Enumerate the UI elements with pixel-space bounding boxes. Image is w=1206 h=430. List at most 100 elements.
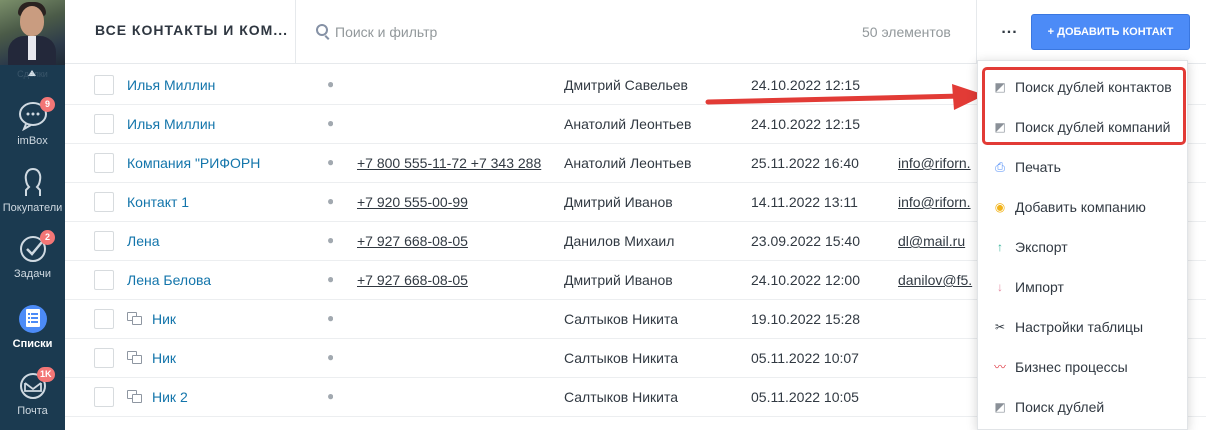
contact-name[interactable]: Лена Белова xyxy=(127,272,211,288)
process-icon: 〰 xyxy=(993,360,1006,374)
menu-item-9[interactable]: ◩ Поиск дублей xyxy=(978,387,1189,427)
contact-name-link[interactable]: Лена xyxy=(127,233,312,249)
contact-name-link[interactable]: Лена Белова xyxy=(127,272,312,288)
contact-name-link[interactable]: Ник 2 xyxy=(127,389,312,405)
row-checkbox[interactable] xyxy=(94,231,114,251)
row-checkbox[interactable] xyxy=(94,192,114,212)
row-checkbox[interactable] xyxy=(94,309,114,329)
created-date: 19.10.2022 15:28 xyxy=(751,311,860,327)
contact-name[interactable]: Илья Миллин xyxy=(127,116,215,132)
sidebar-item-lists[interactable]: Списки xyxy=(0,298,65,360)
status-dot: ● xyxy=(327,311,333,325)
sidebar-item-customers[interactable]: Покупатели xyxy=(0,162,65,224)
phone-link[interactable]: +7 927 668-08-05 xyxy=(357,272,544,288)
menu-item-label: Импорт xyxy=(1015,279,1064,295)
created-date: 05.11.2022 10:05 xyxy=(751,389,859,405)
row-checkbox[interactable] xyxy=(94,75,114,95)
row-checkbox[interactable] xyxy=(94,387,114,407)
sidebar-item-mail[interactable]: 1K Почта xyxy=(0,365,65,427)
header-divider xyxy=(295,0,296,64)
avatar[interactable] xyxy=(0,0,65,65)
email-link[interactable]: danilov@f5. xyxy=(898,272,988,288)
print-icon: ⎙ xyxy=(995,160,1005,174)
annotation-arrow xyxy=(705,84,985,110)
contact-name-link[interactable]: Контакт 1 xyxy=(127,194,312,210)
responsible-user: Дмитрий Иванов xyxy=(564,194,673,210)
tasks-badge: 2 xyxy=(40,230,55,245)
contact-name[interactable]: Ник xyxy=(152,311,176,327)
contact-group-icon xyxy=(127,351,143,365)
menu-item-label: Экспорт xyxy=(1015,239,1068,255)
menu-item-3[interactable]: ⎙ Печать xyxy=(978,147,1189,187)
lists-icon xyxy=(19,305,47,333)
responsible-user: Салтыков Никита xyxy=(564,350,679,366)
status-dot: ● xyxy=(327,155,333,169)
contact-name-link[interactable]: Илья Миллин xyxy=(127,116,312,132)
phone-link[interactable]: +7 800 555-11-72 +7 343 288 xyxy=(357,155,544,171)
email-link[interactable]: info@riforn. xyxy=(898,155,988,171)
responsible-user: Анатолий Леонтьев xyxy=(564,155,692,171)
contact-name[interactable]: Компания "РИФОРН xyxy=(127,155,260,171)
created-date: 14.11.2022 13:11 xyxy=(751,194,858,210)
menu-item-label: Бизнес процессы xyxy=(1015,359,1128,375)
sidebar-item-label: Почта xyxy=(17,405,48,417)
contact-name[interactable]: Илья Миллин xyxy=(127,77,215,93)
settings-icon: ✂ xyxy=(994,320,1006,334)
menu-item-label: Печать xyxy=(1015,159,1061,175)
sidebar-item-label: imBox xyxy=(17,135,48,147)
contact-group-icon xyxy=(127,312,143,326)
email-link[interactable]: info@riforn. xyxy=(898,194,988,210)
contact-name[interactable]: Контакт 1 xyxy=(127,194,189,210)
row-checkbox[interactable] xyxy=(94,270,114,290)
status-dot: ● xyxy=(327,272,333,286)
customers-icon xyxy=(24,168,42,196)
responsible-user: Данилов Михаил xyxy=(564,233,675,249)
menu-item-6[interactable]: ↓ Импорт xyxy=(978,267,1189,307)
contact-name-link[interactable]: Илья Миллин xyxy=(127,77,312,93)
menu-item-5[interactable]: ↑ Экспорт xyxy=(978,227,1189,267)
row-checkbox[interactable] xyxy=(94,348,114,368)
add-contact-button[interactable]: + ДОБАВИТЬ КОНТАКТ xyxy=(1031,14,1190,50)
left-sidebar: Сделки 9 imBox Покупатели 2 Задачи Списк… xyxy=(0,0,65,430)
row-checkbox[interactable] xyxy=(94,153,114,173)
responsible-user: Дмитрий Иванов xyxy=(564,272,673,288)
row-checkbox[interactable] xyxy=(94,114,114,134)
menu-item-7[interactable]: ✂ Настройки таблицы xyxy=(978,307,1189,347)
created-date: 25.11.2022 16:40 xyxy=(751,155,859,171)
contact-name[interactable]: Ник 2 xyxy=(152,389,188,405)
sidebar-item-tasks[interactable]: 2 Задачи xyxy=(0,228,65,290)
contact-name-link[interactable]: Ник xyxy=(127,350,312,366)
status-dot: ● xyxy=(327,389,333,403)
created-date: 23.09.2022 15:40 xyxy=(751,233,860,249)
top-header: ВСЕ КОНТАКТЫ И КОМ... 50 элементов ... +… xyxy=(65,0,1206,64)
item-count: 50 элементов xyxy=(862,24,951,40)
imbox-badge: 9 xyxy=(40,97,55,112)
sidebar-item-label: Списки xyxy=(12,338,53,350)
status-dot: ● xyxy=(327,116,333,130)
page-title[interactable]: ВСЕ КОНТАКТЫ И КОМ... xyxy=(95,22,288,38)
status-dot: ● xyxy=(327,350,333,364)
menu-item-4[interactable]: ◉ Добавить компанию xyxy=(978,187,1189,227)
search-icon xyxy=(316,24,328,36)
phone-link[interactable]: +7 920 555-00-99 xyxy=(357,194,544,210)
export-icon: ↑ xyxy=(997,240,1003,254)
created-date: 24.10.2022 12:00 xyxy=(751,272,860,288)
menu-item-8[interactable]: 〰 Бизнес процессы xyxy=(978,347,1189,387)
contact-name-link[interactable]: Компания "РИФОРН xyxy=(127,155,312,171)
contact-name-link[interactable]: Ник xyxy=(127,311,312,327)
email-link[interactable]: dl@mail.ru xyxy=(898,233,988,249)
responsible-user: Салтыков Никита xyxy=(564,389,679,405)
responsible-user: Салтыков Никита xyxy=(564,311,679,327)
company-icon: ◉ xyxy=(994,200,1006,214)
sidebar-item-deals[interactable]: Сделки xyxy=(0,65,65,81)
status-dot: ● xyxy=(327,233,333,247)
contact-name[interactable]: Лена xyxy=(127,233,160,249)
phone-link[interactable]: +7 927 668-08-05 xyxy=(357,233,544,249)
sidebar-item-label: Покупатели xyxy=(2,202,63,214)
highlight-box xyxy=(982,67,1186,145)
contact-name[interactable]: Ник xyxy=(152,350,176,366)
menu-item-label: Поиск дублей xyxy=(1015,399,1105,415)
import-icon: ↓ xyxy=(997,280,1003,294)
search-input[interactable] xyxy=(335,22,715,42)
sidebar-item-imbox[interactable]: 9 imBox xyxy=(0,95,65,157)
